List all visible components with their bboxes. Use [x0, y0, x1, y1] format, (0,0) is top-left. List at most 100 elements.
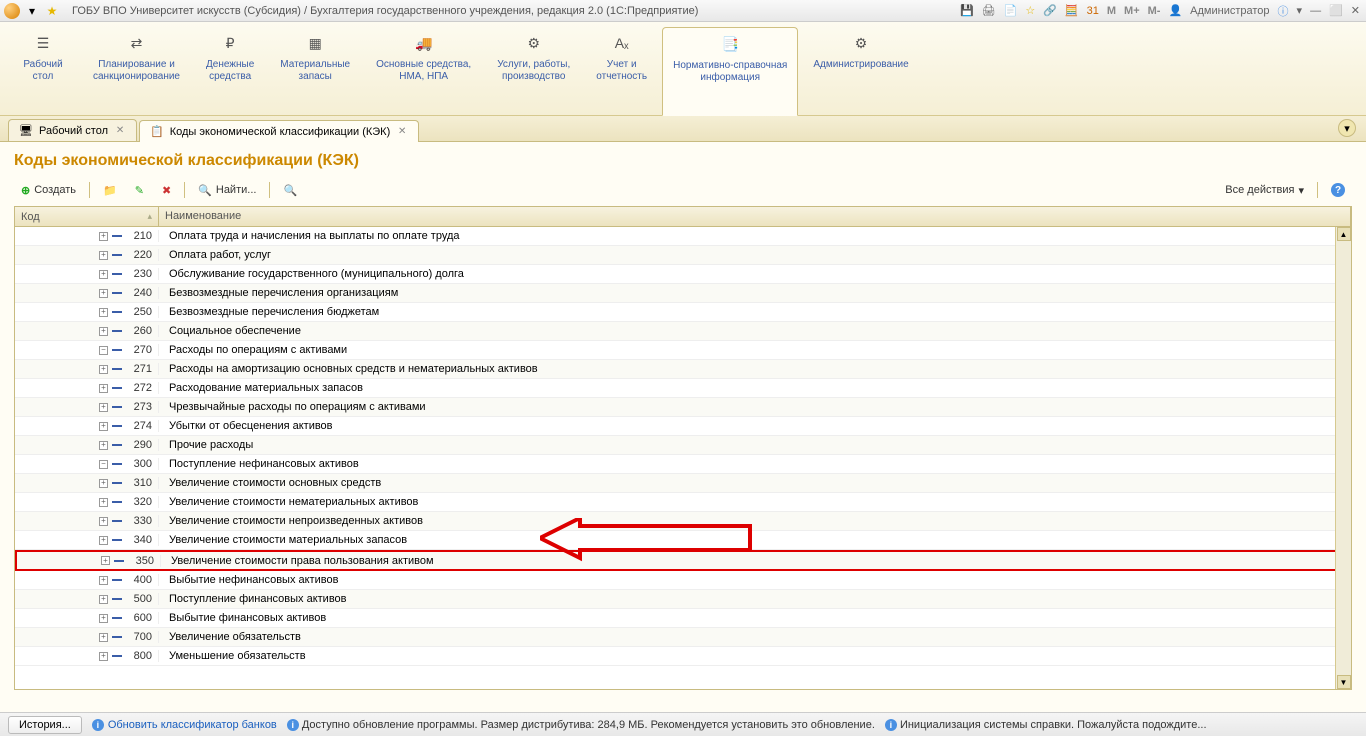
expand-icon[interactable]: + — [99, 327, 108, 336]
table-row[interactable]: − 300 Поступление нефинансовых активов — [15, 455, 1351, 474]
expand-icon[interactable]: + — [99, 251, 108, 260]
expand-icon[interactable]: + — [99, 595, 108, 604]
print-icon[interactable]: 🖨 — [982, 4, 996, 17]
expand-icon[interactable]: + — [99, 365, 108, 374]
table-row[interactable]: + 273 Чрезвычайные расходы по операциям … — [15, 398, 1351, 417]
expand-icon[interactable]: + — [99, 289, 108, 298]
cell-name: Расходование материальных запасов — [159, 382, 1351, 394]
table-row[interactable]: + 290 Прочие расходы — [15, 436, 1351, 455]
expand-icon[interactable]: + — [99, 232, 108, 241]
expand-icon[interactable]: + — [99, 270, 108, 279]
table-row[interactable]: + 700 Увеличение обязательств — [15, 628, 1351, 647]
save-icon[interactable]: 💾 — [960, 4, 974, 17]
table-row[interactable]: + 272 Расходование материальных запасов — [15, 379, 1351, 398]
link-icon[interactable]: 🔗 — [1043, 4, 1057, 17]
m-plus-button[interactable]: M+ — [1124, 5, 1140, 17]
m-minus-button[interactable]: M- — [1148, 5, 1161, 17]
table-row[interactable]: + 330 Увеличение стоимости непроизведенн… — [15, 512, 1351, 531]
table-row[interactable]: + 400 Выбытие нефинансовых активов — [15, 571, 1351, 590]
table-row[interactable]: + 240 Безвозмездные перечисления организ… — [15, 284, 1351, 303]
all-actions-button[interactable]: Все действия ▾ — [1218, 181, 1311, 200]
table-row[interactable]: + 600 Выбытие финансовых активов — [15, 609, 1351, 628]
expand-icon[interactable]: − — [99, 346, 108, 355]
code-value: 310 — [126, 477, 152, 489]
section-4[interactable]: 🚚 Основные средства,НМА, НПА — [365, 26, 482, 115]
table-row[interactable]: + 210 Оплата труда и начисления на выпла… — [15, 227, 1351, 246]
expand-icon[interactable]: + — [99, 652, 108, 661]
favorite-icon[interactable]: ☆ — [1025, 4, 1035, 17]
table-row[interactable]: − 270 Расходы по операциям с активами — [15, 341, 1351, 360]
scroll-down-icon[interactable]: ▼ — [1337, 675, 1351, 689]
vertical-scrollbar[interactable]: ▲ ▼ — [1335, 227, 1351, 689]
expand-icon[interactable]: + — [99, 403, 108, 412]
expand-icon[interactable]: + — [99, 384, 108, 393]
header-code[interactable]: Код ▴ — [15, 207, 159, 226]
calc-icon[interactable]: 🧮 — [1065, 4, 1079, 17]
expand-icon[interactable]: + — [99, 422, 108, 431]
table-row[interactable]: + 340 Увеличение стоимости материальных … — [15, 531, 1351, 550]
scroll-up-icon[interactable]: ▲ — [1337, 227, 1351, 241]
tab-0[interactable]: 🖥 Рабочий стол ✕ — [8, 119, 137, 141]
expand-icon[interactable]: + — [99, 479, 108, 488]
history-button[interactable]: История... — [8, 716, 82, 734]
tab-more-icon[interactable]: ▾ — [1338, 119, 1356, 137]
expand-icon[interactable]: + — [99, 536, 108, 545]
dropdown2-icon[interactable]: ▾ — [1297, 4, 1303, 17]
header-name[interactable]: Наименование — [159, 207, 1351, 226]
help-button[interactable]: ? — [1324, 180, 1352, 200]
info-icon[interactable]: ⓘ — [1278, 3, 1289, 19]
section-1[interactable]: ⇄ Планирование исанкционирование — [82, 26, 191, 115]
status-link-banks[interactable]: i Обновить классификатор банков — [92, 719, 277, 731]
doc-icon[interactable]: 📄 — [1004, 4, 1018, 17]
tab-1[interactable]: 📋 Коды экономической классификации (КЭК)… — [139, 120, 419, 142]
expand-icon[interactable]: + — [101, 556, 110, 565]
expand-icon[interactable]: − — [99, 460, 108, 469]
expand-icon[interactable]: + — [99, 498, 108, 507]
section-7[interactable]: 📑 Нормативно-справочнаяинформация — [662, 27, 798, 116]
expand-icon[interactable]: + — [99, 633, 108, 642]
app-orb-icon[interactable] — [4, 3, 20, 19]
delete-button[interactable]: ✖ — [155, 181, 178, 200]
pencil-icon: ✎ — [135, 184, 144, 197]
expand-icon[interactable]: + — [99, 517, 108, 526]
create-folder-button[interactable]: 📁 — [96, 181, 124, 200]
dropdown-icon[interactable]: ▾ — [24, 3, 40, 19]
table-row[interactable]: + 250 Безвозмездные перечисления бюджета… — [15, 303, 1351, 322]
star-icon[interactable]: ★ — [44, 3, 60, 19]
minimize-icon[interactable]: — — [1310, 5, 1321, 17]
table-row[interactable]: + 230 Обслуживание государственного (мун… — [15, 265, 1351, 284]
find-button[interactable]: 🔍 Найти... — [191, 181, 263, 200]
table-row[interactable]: + 271 Расходы на амортизацию основных ср… — [15, 360, 1351, 379]
close-icon[interactable]: ✕ — [1351, 4, 1360, 17]
tab-close-icon[interactable]: ✕ — [396, 126, 408, 138]
table-row[interactable]: + 274 Убытки от обесценения активов — [15, 417, 1351, 436]
table-row[interactable]: + 500 Поступление финансовых активов — [15, 590, 1351, 609]
section-5[interactable]: ⚙ Услуги, работы,производство — [486, 26, 581, 115]
section-3[interactable]: ▦ Материальныезапасы — [269, 26, 361, 115]
section-2[interactable]: ₽ Денежныесредства — [195, 26, 265, 115]
create-button[interactable]: ⊕ Создать — [14, 181, 83, 200]
clear-filter-button[interactable]: 🔍 — [276, 181, 304, 200]
table-row[interactable]: + 310 Увеличение стоимости основных сред… — [15, 474, 1351, 493]
code-value: 270 — [126, 344, 152, 356]
edit-button[interactable]: ✎ — [128, 181, 151, 200]
tab-bar: 🖥 Рабочий стол ✕📋 Коды экономической кла… — [0, 116, 1366, 142]
table-row[interactable]: + 220 Оплата работ, услуг — [15, 246, 1351, 265]
expand-icon[interactable]: + — [99, 308, 108, 317]
section-6[interactable]: Aₓ Учет иотчетность — [585, 26, 658, 115]
section-8[interactable]: ⚙ Администрирование — [802, 26, 919, 115]
expand-icon[interactable]: + — [99, 441, 108, 450]
calendar-icon[interactable]: 31 — [1087, 5, 1099, 17]
tab-close-icon[interactable]: ✕ — [114, 125, 126, 137]
expand-icon[interactable]: + — [99, 614, 108, 623]
item-icon — [114, 560, 124, 562]
expand-icon[interactable]: + — [99, 576, 108, 585]
maximize-icon[interactable]: ⬜ — [1329, 4, 1343, 17]
table-row[interactable]: + 260 Социальное обеспечение — [15, 322, 1351, 341]
table-row[interactable]: + 350 Увеличение стоимости права пользов… — [15, 550, 1351, 571]
table-row[interactable]: + 800 Уменьшение обязательств — [15, 647, 1351, 666]
section-0[interactable]: ☰ Рабочийстол — [8, 26, 78, 115]
m-button[interactable]: M — [1107, 5, 1116, 17]
item-icon — [112, 273, 122, 275]
table-row[interactable]: + 320 Увеличение стоимости нематериальны… — [15, 493, 1351, 512]
